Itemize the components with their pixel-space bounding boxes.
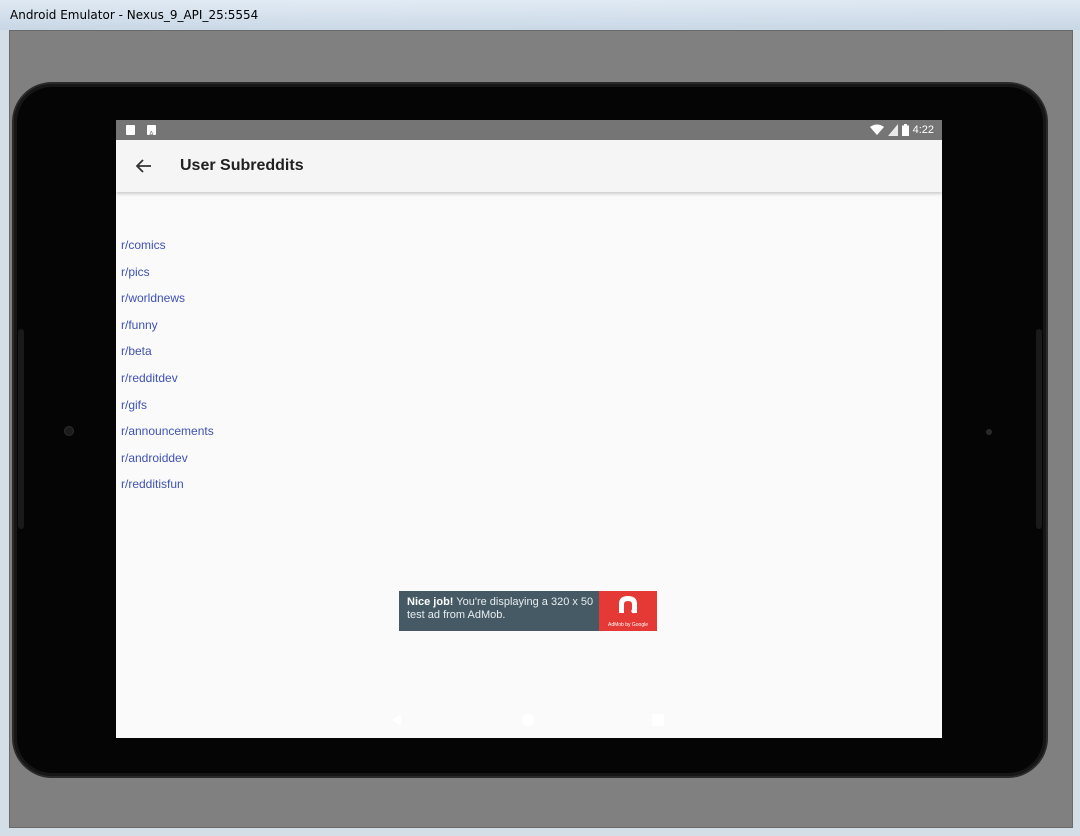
subreddit-link[interactable]: r/beta: [121, 344, 152, 358]
subreddit-link[interactable]: r/redditisfun: [121, 477, 184, 491]
app-bar: User Subreddits: [116, 140, 942, 192]
status-bar: A 4:22: [116, 120, 942, 140]
list-item: r/announcements: [121, 418, 214, 445]
status-bar-right: 4:22: [869, 123, 934, 137]
light-sensor: [986, 429, 992, 435]
a-notification-icon: A: [147, 125, 156, 138]
subreddit-link[interactable]: r/gifs: [121, 398, 147, 412]
list-item: r/androiddev: [121, 445, 214, 472]
device-screen: A 4:22 User Subreddits r/comics r/pics r…: [116, 120, 942, 738]
back-button[interactable]: [132, 154, 156, 178]
window-title: Android Emulator - Nexus_9_API_25:5554: [10, 8, 259, 22]
nav-bar: [116, 701, 942, 739]
ad-text: Nice job! You're displaying a 320 x 50 t…: [399, 591, 599, 631]
admob-logo: AdMob by Google: [599, 591, 657, 631]
list-item: r/beta: [121, 338, 214, 365]
ad-headline: Nice job!: [407, 596, 454, 608]
subreddit-link[interactable]: r/androiddev: [121, 451, 188, 465]
front-camera: [64, 426, 74, 436]
nav-back-icon: [392, 714, 401, 726]
list-item: r/funny: [121, 312, 214, 339]
subreddit-link[interactable]: r/worldnews: [121, 291, 185, 305]
sd-card-icon: [126, 125, 135, 135]
subreddit-link[interactable]: r/comics: [121, 238, 166, 252]
bezel-side-strip-right: [1036, 329, 1042, 529]
list-item: r/redditisfun: [121, 471, 214, 498]
subreddit-list: r/comics r/pics r/worldnews r/funny r/be…: [121, 232, 214, 498]
admob-banner-ad[interactable]: Nice job! You're displaying a 320 x 50 t…: [399, 591, 657, 631]
page-title: User Subreddits: [180, 157, 304, 174]
nav-home-icon: [521, 713, 535, 727]
status-time: 4:22: [912, 124, 934, 136]
nav-back-button[interactable]: [388, 711, 406, 729]
signal-icon: [887, 124, 898, 136]
subreddit-link[interactable]: r/redditdev: [121, 371, 178, 385]
subreddit-link[interactable]: r/funny: [121, 318, 158, 332]
subreddit-link[interactable]: r/pics: [121, 265, 150, 279]
list-item: r/redditdev: [121, 365, 214, 392]
arrow-back-icon: [136, 159, 151, 173]
svg-text:A: A: [149, 131, 154, 138]
list-item: r/gifs: [121, 392, 214, 419]
list-item: r/pics: [121, 259, 214, 286]
nav-recents-button[interactable]: [649, 711, 667, 729]
list-item: r/comics: [121, 232, 214, 259]
window-titlebar: Android Emulator - Nexus_9_API_25:5554: [0, 0, 1080, 30]
bezel-side-strip-left: [18, 329, 24, 529]
admob-caption: AdMob by Google: [607, 622, 649, 628]
subreddit-link[interactable]: r/announcements: [121, 424, 214, 438]
wifi-icon: [869, 124, 884, 135]
nav-recents-icon: [652, 714, 664, 726]
admob-icon: [619, 596, 637, 614]
list-item: r/worldnews: [121, 285, 214, 312]
nav-home-button[interactable]: [519, 711, 537, 729]
battery-icon: [901, 124, 909, 136]
